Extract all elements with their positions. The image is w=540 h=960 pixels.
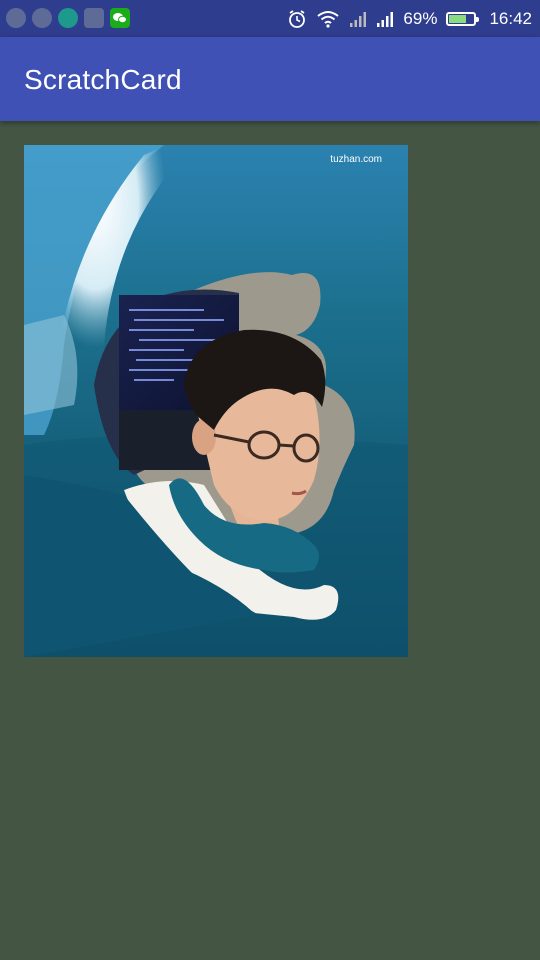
app-bar: ScratchCard <box>0 37 540 121</box>
signal-icon-sim1 <box>350 12 367 27</box>
app-title: ScratchCard <box>24 64 182 95</box>
notification-app-icon-3 <box>58 8 78 28</box>
wechat-icon <box>110 8 130 28</box>
notification-app-icon-1 <box>6 8 26 28</box>
notification-app-icon-4 <box>84 8 104 28</box>
alarm-icon <box>289 10 306 28</box>
signal-icon-sim2 <box>377 12 394 27</box>
battery-level <box>449 15 467 23</box>
scratch-card[interactable]: tuzhan.com <box>24 145 408 657</box>
wifi-icon <box>317 11 340 28</box>
clock: 16:42 <box>489 9 532 28</box>
scratch-card-canvas[interactable]: tuzhan.com <box>24 145 408 657</box>
notification-icons <box>6 8 130 29</box>
battery-percent: 69% <box>403 9 438 28</box>
watermark: tuzhan.com <box>330 154 382 165</box>
notification-app-icon-2 <box>32 8 52 28</box>
battery-icon <box>446 12 480 26</box>
status-bar: 69% 16:42 <box>0 0 540 37</box>
